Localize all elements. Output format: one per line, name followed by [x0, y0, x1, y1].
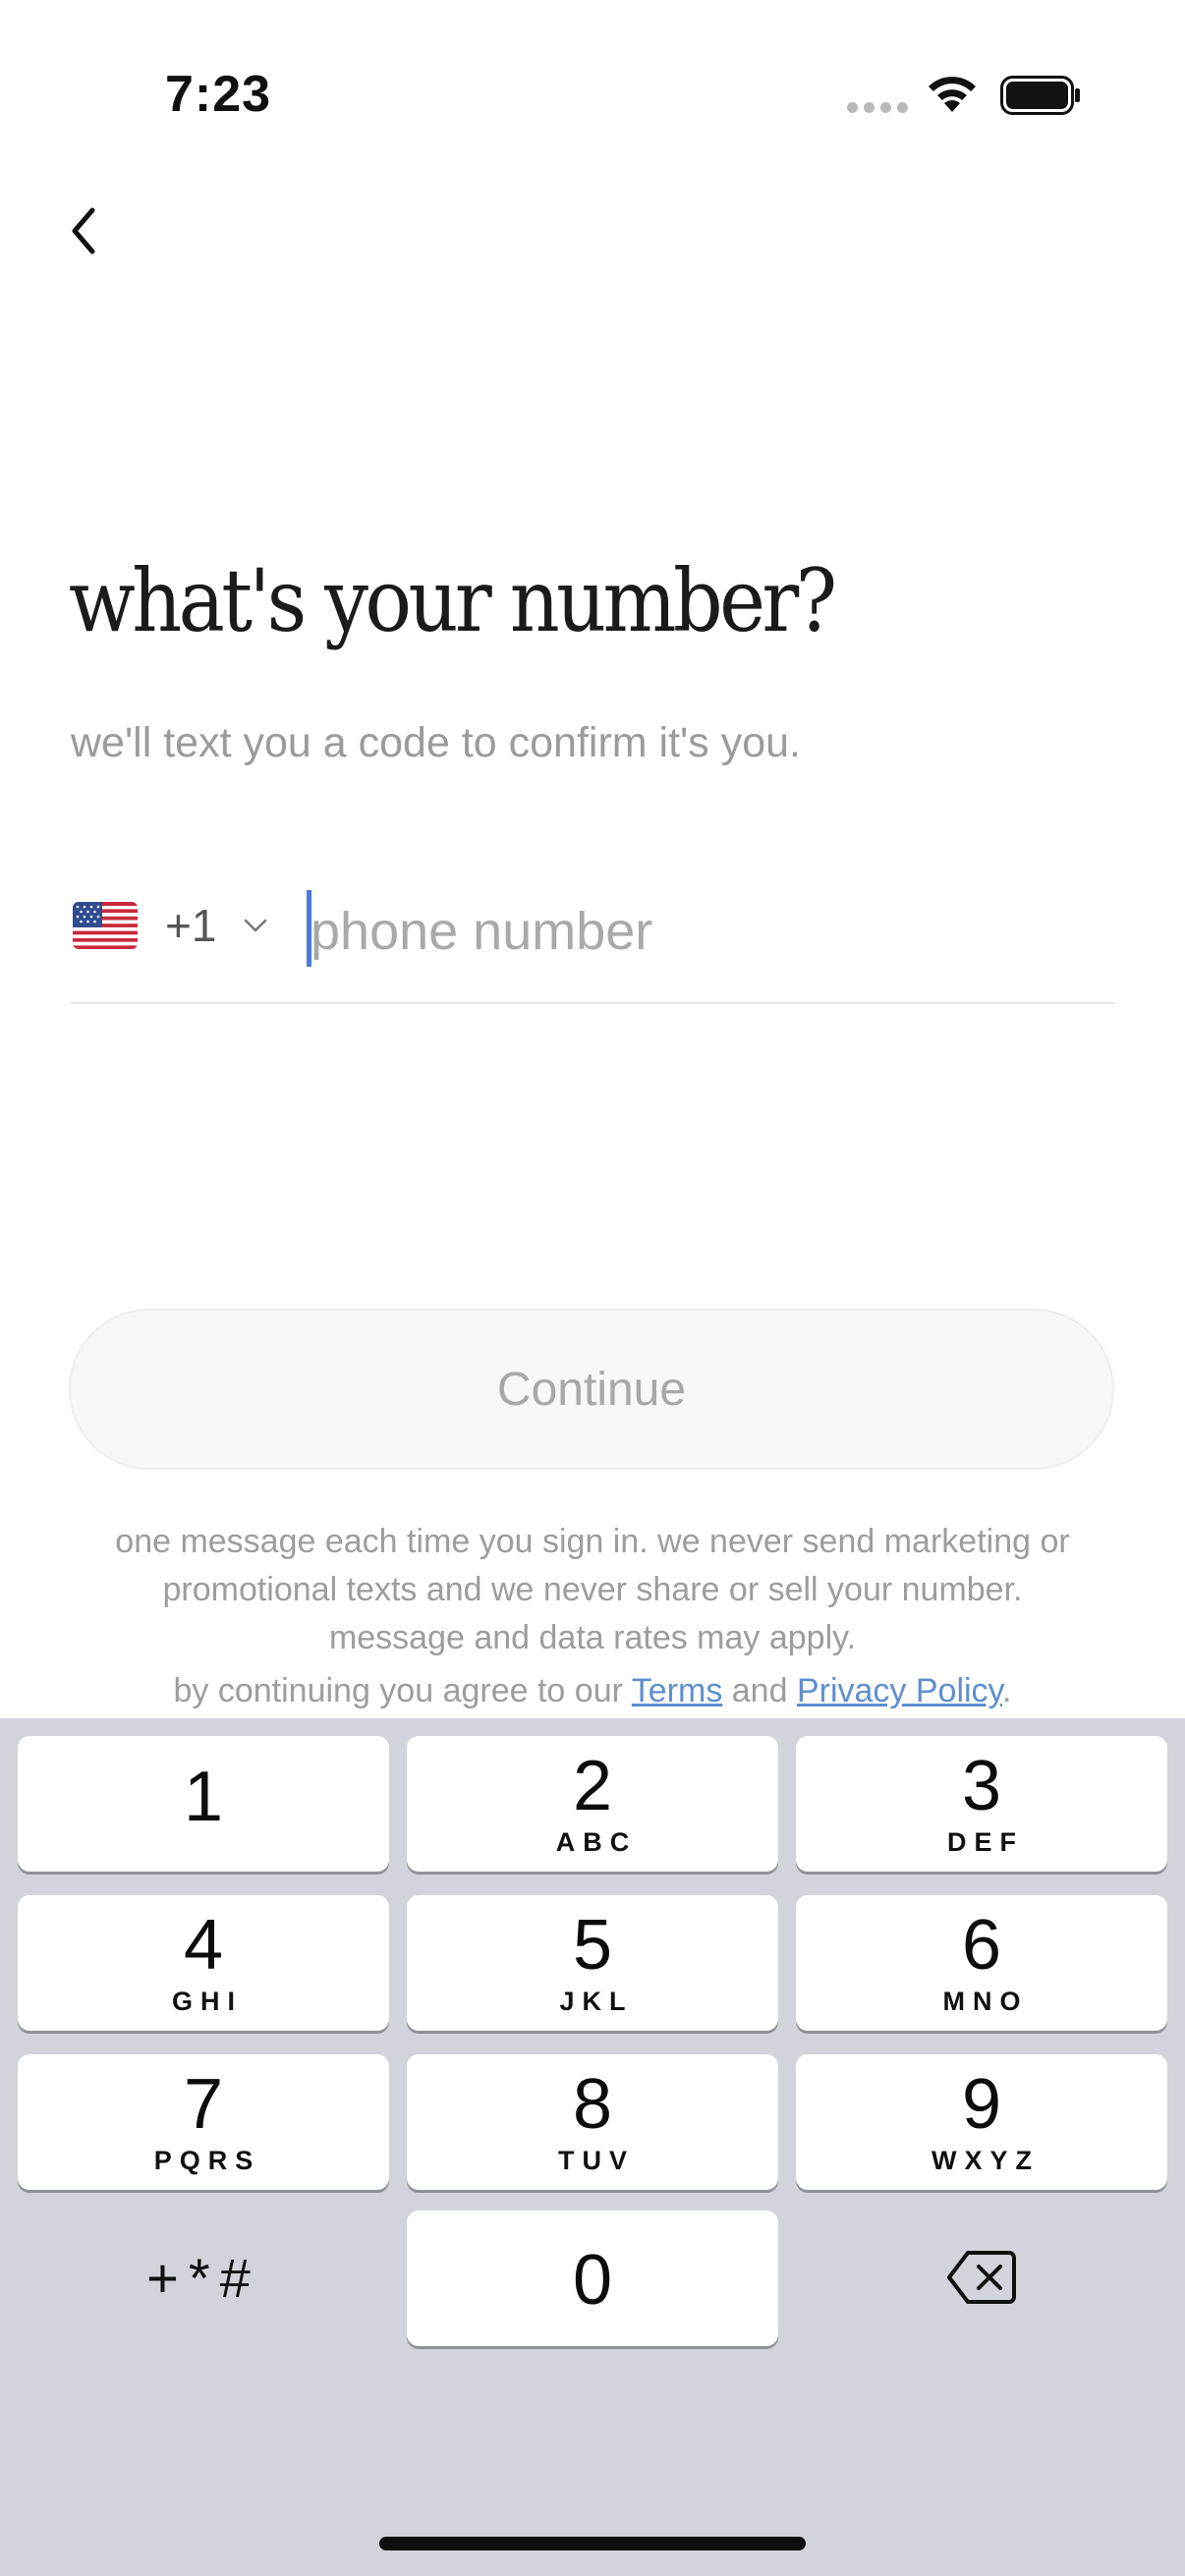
- key-6[interactable]: 6 MNO: [796, 1895, 1167, 2031]
- us-flag-icon: [73, 902, 138, 949]
- key-letters: GHI: [171, 1986, 243, 2016]
- battery-icon: [1000, 76, 1080, 115]
- disclaimer-line: promotional texts and we never share or …: [162, 1571, 1023, 1608]
- key-digit: 4: [183, 1905, 224, 1985]
- back-button[interactable]: [55, 196, 110, 265]
- wifi-icon: [929, 77, 976, 112]
- agree-and: and: [722, 1672, 797, 1709]
- phone-number-input[interactable]: [310, 894, 1116, 969]
- country-code-selector[interactable]: +1: [73, 899, 269, 952]
- cellular-signal-icon: [847, 102, 908, 113]
- key-digit: 9: [961, 2064, 1002, 2144]
- key-letters: PQRS: [153, 2145, 261, 2175]
- agree-prefix: by continuing you agree to our: [173, 1672, 632, 1709]
- key-digit: 0: [572, 2241, 613, 2320]
- key-letters: ABC: [555, 1826, 638, 1857]
- key-digit: 1: [183, 1758, 224, 1836]
- agree-suffix: .: [1002, 1672, 1012, 1709]
- key-3[interactable]: 3 DEF: [796, 1736, 1167, 1872]
- sms-disclaimer: one message each time you sign in. we ne…: [59, 1518, 1126, 1662]
- privacy-policy-link[interactable]: Privacy Policy: [797, 1672, 1002, 1709]
- backspace-icon: [947, 2251, 1016, 2304]
- key-1[interactable]: 1: [18, 1736, 389, 1872]
- disclaimer-line: message and data rates may apply.: [328, 1619, 857, 1656]
- key-9[interactable]: 9 WXYZ: [796, 2054, 1167, 2190]
- chevron-down-icon: [245, 919, 267, 932]
- key-8[interactable]: 8 TUV: [407, 2054, 778, 2190]
- home-indicator[interactable]: [379, 2537, 806, 2550]
- key-digit: 8: [572, 2064, 613, 2144]
- status-time: 7:23: [165, 66, 272, 123]
- key-2[interactable]: 2 ABC: [407, 1736, 778, 1872]
- key-letters: JKL: [559, 1986, 634, 2016]
- key-digit: 3: [961, 1746, 1002, 1825]
- key-digit: 2: [572, 1746, 613, 1825]
- dial-code: +1: [165, 900, 217, 951]
- continue-button[interactable]: Continue: [69, 1309, 1114, 1470]
- key-7[interactable]: 7 PQRS: [18, 2054, 389, 2190]
- disclaimer-line: one message each time you sign in. we ne…: [115, 1523, 1070, 1560]
- symbols-key[interactable]: +*#: [18, 2210, 389, 2345]
- page-title: what's your number?: [69, 550, 837, 651]
- input-divider: [71, 1002, 1114, 1004]
- key-0[interactable]: 0: [407, 2211, 778, 2346]
- numeric-keypad: 1 2 ABC 3 DEF 4 GHI 5 JKL 6 MNO 7 PQRS 8…: [0, 1718, 1185, 2576]
- key-letters: WXYZ: [931, 2145, 1040, 2175]
- key-digit: 7: [183, 2064, 224, 2144]
- key-digit: 6: [961, 1905, 1002, 1985]
- key-letters: TUV: [558, 2145, 635, 2175]
- key-letters: MNO: [942, 1986, 1029, 2016]
- page-subtitle: we'll text you a code to confirm it's yo…: [71, 719, 801, 766]
- terms-link[interactable]: Terms: [632, 1672, 723, 1709]
- key-5[interactable]: 5 JKL: [407, 1895, 778, 2031]
- legal-agreement: by continuing you agree to our Terms and…: [59, 1672, 1126, 1710]
- delete-key[interactable]: [796, 2210, 1167, 2345]
- key-letters: DEF: [947, 1826, 1024, 1857]
- key-digit: 5: [572, 1905, 613, 1985]
- key-4[interactable]: 4 GHI: [18, 1895, 389, 2031]
